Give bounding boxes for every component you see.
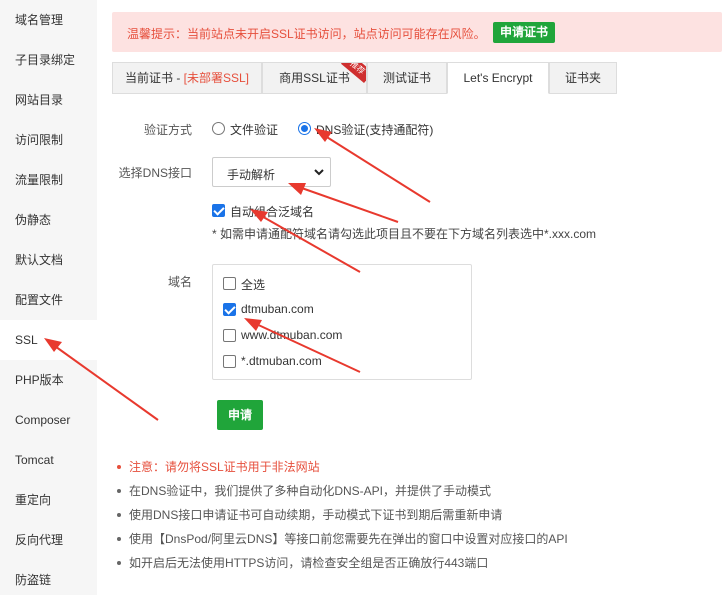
select-all-checkbox[interactable] [223,277,236,290]
tab-lets-encrypt[interactable]: Let's Encrypt [447,62,549,94]
sidebar-item-domain[interactable]: 域名管理 [0,0,97,40]
sidebar-item-site-dir[interactable]: 网站目录 [0,80,97,120]
domain-label-dtmuban[interactable]: dtmuban.com [241,302,314,316]
dns-verify-label[interactable]: DNS验证(支持通配符) [316,121,433,138]
dns-interface-value: 手动解析 [227,168,276,182]
dns-interface-select[interactable]: 手动解析 [212,157,331,187]
sidebar-item-rewrite[interactable]: 伪静态 [0,200,97,240]
note-item-warning: 注意：请勿将SSL证书用于非法网站 [115,458,715,482]
domain-checkbox-www[interactable] [223,329,236,342]
alert-text: 温馨提示：当前站点未开启SSL证书访问，站点访问可能存在风险。 [127,27,486,41]
verify-method-label: 验证方式 [143,123,192,137]
file-verify-label[interactable]: 文件验证 [230,121,278,138]
note-item: 使用DNS接口申请证书可自动续期，手动模式下证书到期后需重新申请 [115,506,715,530]
domain-label: 域名 [167,275,192,289]
tab-commercial-ssl[interactable]: 商用SSL证书 推荐 [262,62,367,94]
note-item: 如开启后无法使用HTTPS访问，请检查安全组是否正确放行443端口 [115,554,715,578]
apply-cert-button[interactable]: 申请证书 [493,22,556,43]
sidebar-item-composer[interactable]: Composer [0,400,97,440]
radio-file-verify[interactable] [212,122,225,135]
select-all-label[interactable]: 全选 [241,276,265,293]
sidebar: 域名管理 子目录绑定 网站目录 访问限制 流量限制 伪静态 默认文档 配置文件 … [0,0,97,595]
ssl-warning-alert: 温馨提示：当前站点未开启SSL证书访问，站点访问可能存在风险。 申请证书 [112,12,722,52]
sidebar-item-hotlink[interactable]: 防盗链 [0,560,97,595]
tab-current-cert-label: 当前证书 - [124,71,184,85]
domain-checkbox-dtmuban[interactable] [223,303,236,316]
sidebar-item-reverse-proxy[interactable]: 反向代理 [0,520,97,560]
sidebar-item-default-doc[interactable]: 默认文档 [0,240,97,280]
sidebar-item-subdir[interactable]: 子目录绑定 [0,40,97,80]
wildcard-hint: * 如需申请通配符域名请勾选此项目且不要在下方域名列表选中*.xxx.com [212,227,597,241]
arrow-to-dns-verify [314,128,431,203]
sidebar-item-tomcat[interactable]: Tomcat [0,440,97,480]
domain-label-wildcard[interactable]: *.dtmuban.com [241,354,322,368]
tab-test-cert[interactable]: 测试证书 [367,62,447,94]
tab-cert-folder[interactable]: 证书夹 [549,62,617,94]
auto-combine-checkbox[interactable] [212,204,225,217]
sidebar-item-access-limit[interactable]: 访问限制 [0,120,97,160]
note-item: 在DNS验证中，我们提供了多种自动化DNS-API，并提供了手动模式 [115,482,715,506]
tab-current-cert[interactable]: 当前证书 - [未部署SSL] [112,62,262,94]
sidebar-item-ssl[interactable]: SSL [0,320,97,360]
chevron-down-icon [314,169,324,176]
note-item: 使用【DnsPod/阿里云DNS】等接口前您需要先在弹出的窗口中设置对应接口的A… [115,530,715,554]
auto-combine-label[interactable]: 自动组合泛域名 [230,203,314,220]
domain-label-www[interactable]: www.dtmuban.com [241,328,342,342]
apply-button[interactable]: 申请 [217,400,263,430]
notes-list: 注意：请勿将SSL证书用于非法网站 在DNS验证中，我们提供了多种自动化DNS-… [115,458,715,578]
sidebar-item-traffic-limit[interactable]: 流量限制 [0,160,97,200]
tab-commercial-ssl-label: 商用SSL证书 [279,71,350,85]
sidebar-item-php-version[interactable]: PHP版本 [0,360,97,400]
sidebar-item-config-file[interactable]: 配置文件 [0,280,97,320]
sidebar-item-redirect[interactable]: 重定向 [0,480,97,520]
domain-checkbox-wildcard[interactable] [223,355,236,368]
dns-interface-label: 选择DNS接口 [118,166,192,180]
radio-dns-verify[interactable] [298,122,311,135]
cert-status-text: [未部署SSL] [183,71,250,85]
